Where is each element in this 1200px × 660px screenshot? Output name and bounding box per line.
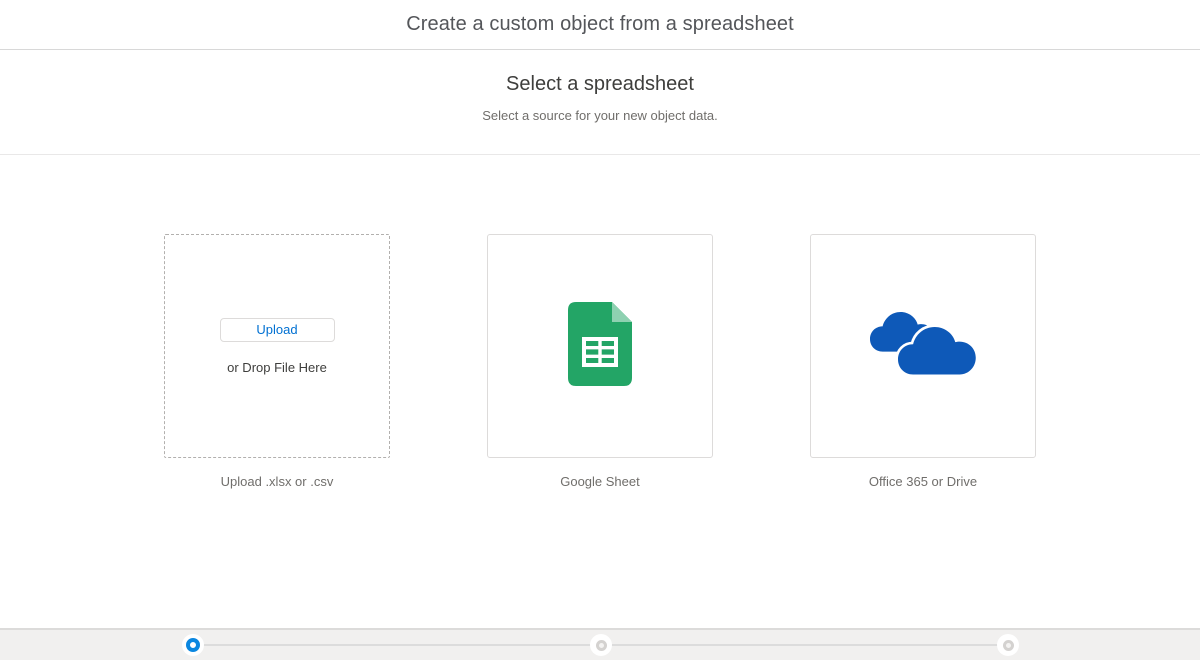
office-365-card[interactable] (810, 234, 1036, 458)
google-sheets-icon (568, 301, 632, 391)
drop-file-text: or Drop File Here (227, 359, 327, 375)
google-sheet-caption: Google Sheet (560, 474, 640, 489)
upload-card-column: Upload or Drop File Here Upload .xlsx or… (164, 234, 390, 489)
office-card-column: Office 365 or Drive (810, 234, 1036, 489)
wizard-footer (0, 628, 1200, 660)
page-title: Create a custom object from a spreadshee… (406, 13, 794, 35)
progress-step-dot (182, 634, 204, 656)
upload-dropzone[interactable]: Upload or Drop File Here (164, 234, 390, 458)
step-title: Select a spreadsheet (506, 73, 694, 95)
progress-step-dot (997, 634, 1019, 656)
progress-steps (0, 630, 1200, 660)
upload-button[interactable]: Upload (219, 317, 335, 342)
step-subtitle: Select a source for your new object data… (482, 108, 718, 123)
google-sheet-card[interactable] (487, 234, 713, 458)
google-sheet-card-column: Google Sheet (487, 234, 713, 489)
source-cards: Upload or Drop File Here Upload .xlsx or… (0, 234, 1200, 489)
upload-card-caption: Upload .xlsx or .csv (220, 474, 334, 489)
progress-step-dot (590, 634, 612, 656)
modal-header: Create a custom object from a spreadshee… (0, 0, 1200, 50)
office-365-caption: Office 365 or Drive (868, 474, 978, 489)
onedrive-icon (868, 311, 979, 381)
step-intro: Select a spreadsheet Select a source for… (0, 50, 1200, 155)
